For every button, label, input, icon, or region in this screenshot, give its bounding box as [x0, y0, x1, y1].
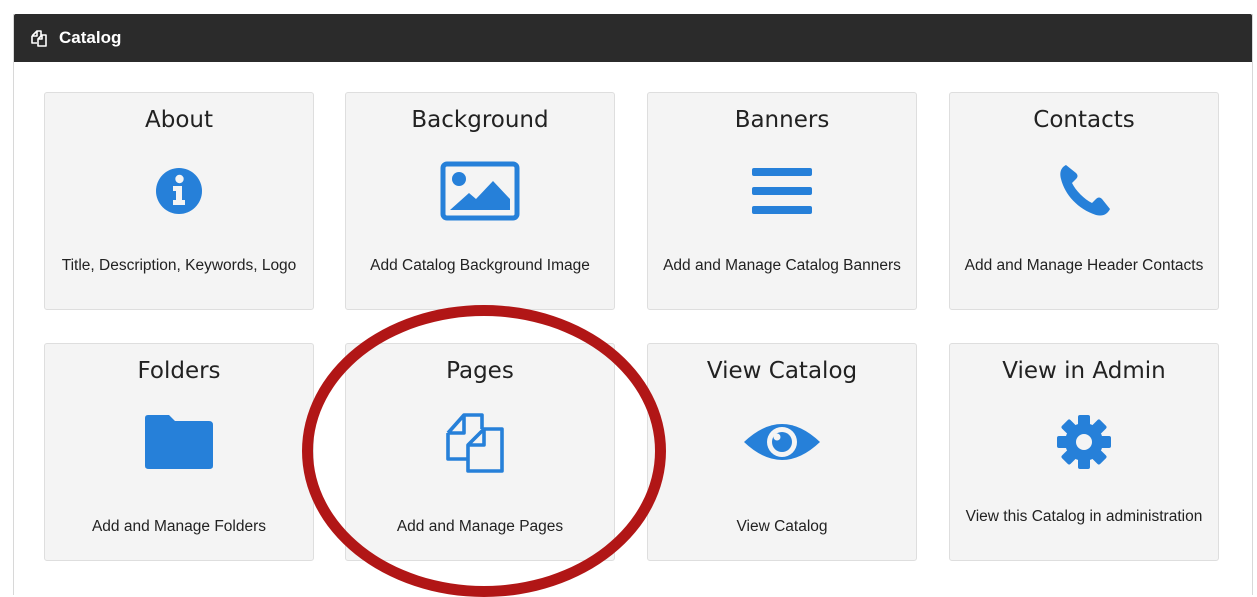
tile-description: Add and Manage Folders — [91, 518, 267, 535]
tile-description: View Catalog — [736, 518, 828, 535]
tile-description: Add Catalog Background Image — [370, 257, 590, 274]
pages-icon — [446, 413, 504, 473]
tile-background[interactable]: Background Add Catalog Background Image — [345, 92, 615, 310]
tile-title: About — [144, 107, 213, 133]
tile-view-in-admin[interactable]: View in Admin View this Catalog in admin… — [949, 343, 1219, 561]
info-icon — [156, 168, 202, 214]
tile-title: Background — [411, 107, 549, 133]
tile-view-catalog[interactable]: View Catalog View Catalog — [647, 343, 917, 561]
tile-contacts[interactable]: Contacts Add and Manage Header Contacts — [949, 92, 1219, 310]
pages-icon — [29, 28, 49, 48]
tile-title: Pages — [446, 358, 514, 384]
panel-title: Catalog — [59, 28, 122, 47]
tile-about[interactable]: About Title, Description, Keywords, Logo — [44, 92, 314, 310]
tile-title: View in Admin — [1002, 358, 1166, 384]
tile-title: Banners — [734, 107, 830, 133]
tile-description: View this Catalog in administration — [965, 508, 1203, 525]
tile-description: Add and Manage Pages — [396, 518, 564, 535]
folder-icon — [145, 415, 213, 469]
tile-description: Add and Manage Catalog Banners — [663, 257, 901, 274]
tile-title: Contacts — [1033, 107, 1135, 133]
tile-title: View Catalog — [706, 358, 858, 384]
tile-description: Add and Manage Header Contacts — [964, 257, 1204, 274]
tile-description: Title, Description, Keywords, Logo — [61, 257, 297, 274]
tile-pages[interactable]: Pages Add and Manage Pages — [345, 343, 615, 561]
tile-title: Folders — [137, 358, 221, 384]
eye-icon — [744, 424, 820, 460]
menu-bars-icon — [752, 168, 812, 214]
gear-icon — [1057, 415, 1111, 469]
tile-banners[interactable]: Banners Add and Manage Catalog Banners — [647, 92, 917, 310]
phone-icon — [1060, 165, 1110, 216]
panel-header: Catalog — [14, 14, 1252, 62]
image-icon — [440, 161, 520, 221]
tile-folders[interactable]: Folders Add and Manage Folders — [44, 343, 314, 561]
